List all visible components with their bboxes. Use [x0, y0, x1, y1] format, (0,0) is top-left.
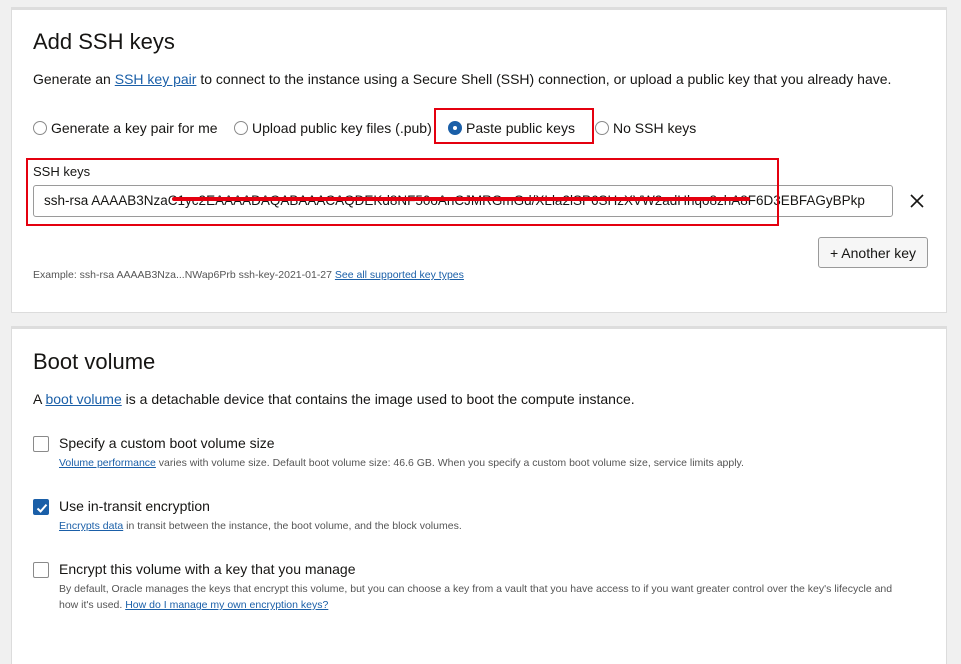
radio-paste-public-keys[interactable]: Paste public keys: [448, 118, 575, 138]
custom-boot-size-label[interactable]: Specify a custom boot volume size: [59, 435, 275, 451]
boot-section-title: Boot volume: [33, 349, 156, 374]
own-key-encryption-label[interactable]: Encrypt this volume with a key that you …: [59, 561, 355, 577]
boot-volume-link[interactable]: boot volume: [45, 391, 121, 407]
ssh-description-prefix: Generate an: [33, 71, 115, 87]
radio-paste-circle[interactable]: [448, 121, 462, 135]
in-transit-encryption-label[interactable]: Use in-transit encryption: [59, 498, 210, 514]
radio-paste-label: Paste public keys: [466, 120, 575, 136]
own-key-encryption-checkbox[interactable]: [33, 562, 49, 578]
ssh-example-prefix: Example: ssh-rsa AAAAB3Nza...NWap6Prb ss…: [33, 269, 335, 281]
radio-upload-public-key[interactable]: Upload public key files (.pub): [234, 118, 432, 138]
encrypts-data-link[interactable]: Encrypts data: [59, 520, 123, 532]
radio-no-ssh-label: No SSH keys: [613, 120, 697, 136]
ssh-section-title: Add SSH keys: [33, 29, 175, 54]
own-key-encryption-help-line1: By default, Oracle manages the keys that…: [59, 583, 893, 595]
close-icon[interactable]: [907, 191, 927, 211]
radio-generate-label: Generate a key pair for me: [51, 120, 218, 136]
ssh-example-text: Example: ssh-rsa AAAAB3Nza...NWap6Prb ss…: [33, 269, 464, 281]
ssh-key-pair-link[interactable]: SSH key pair: [115, 71, 197, 87]
custom-boot-size-help-text: varies with volume size. Default boot vo…: [155, 457, 744, 469]
boot-description-prefix: A: [33, 391, 46, 407]
in-transit-encryption-help: Encrypts data in transit between the ins…: [59, 518, 462, 534]
another-key-button[interactable]: + Another key: [818, 237, 928, 268]
radio-no-ssh-keys[interactable]: No SSH keys: [595, 118, 696, 138]
boot-description: A boot volume is a detachable device tha…: [33, 391, 635, 407]
custom-boot-size-checkbox[interactable]: [33, 436, 49, 452]
boot-volume-panel: Boot volume A boot volume is a detachabl…: [11, 326, 947, 664]
radio-upload-circle[interactable]: [234, 121, 248, 135]
checkmark-icon: [36, 503, 48, 513]
supported-key-types-link[interactable]: See all supported key types: [335, 269, 464, 281]
in-transit-encryption-checkbox[interactable]: [33, 499, 49, 515]
ssh-keys-field-label: SSH keys: [33, 164, 91, 179]
ssh-keys-panel: Add SSH keys Generate an SSH key pair to…: [11, 7, 947, 313]
own-key-encryption-help-line2: how it's used. How do I manage my own en…: [59, 597, 892, 613]
in-transit-encryption-help-text: in transit between the instance, the boo…: [123, 520, 462, 532]
ssh-key-input[interactable]: ssh-rsa AAAAB3NzaC1yc2EAAAADAQABAAACAQDE…: [33, 185, 893, 217]
boot-description-suffix: is a detachable device that contains the…: [121, 391, 635, 407]
radio-no-ssh-circle[interactable]: [595, 121, 609, 135]
radio-generate-key-pair[interactable]: Generate a key pair for me: [33, 118, 218, 138]
own-key-encryption-help-line2-text: how it's used.: [59, 599, 126, 611]
radio-generate-circle[interactable]: [33, 121, 47, 135]
radio-upload-label: Upload public key files (.pub): [252, 120, 432, 136]
custom-boot-size-help: Volume performance varies with volume si…: [59, 455, 744, 471]
ssh-description-suffix: to connect to the instance using a Secur…: [196, 71, 892, 87]
volume-performance-link[interactable]: Volume performance: [59, 457, 156, 469]
manage-encryption-keys-link[interactable]: How do I manage my own encryption keys?: [125, 599, 328, 611]
own-key-encryption-help: By default, Oracle manages the keys that…: [59, 581, 892, 613]
ssh-description: Generate an SSH key pair to connect to t…: [33, 71, 891, 87]
